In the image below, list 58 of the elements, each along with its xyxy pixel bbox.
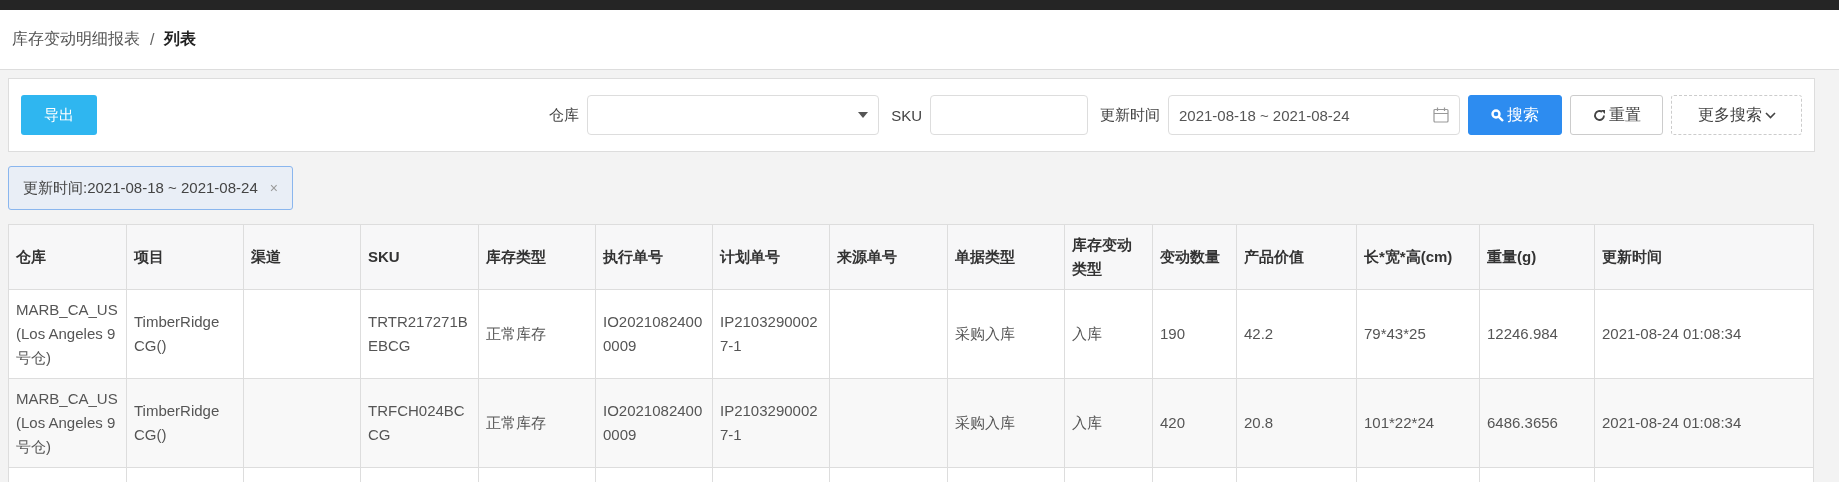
chevron-down-icon (1764, 111, 1776, 119)
search-icon (1491, 108, 1504, 122)
filter-label: 更新时间 (1100, 105, 1160, 125)
column-header: SKU (360, 224, 479, 290)
table-cell: IO20210824000009 (595, 378, 713, 468)
filter-tag-label: 更新时间:2021-08-18 ~ 2021-08-24 (23, 178, 258, 198)
calendar-icon (1433, 107, 1449, 123)
table-cell: 2021-08-24 01:08:34 (1594, 289, 1814, 379)
breadcrumb-item: 列表 (164, 29, 197, 49)
column-header: 来源单号 (829, 224, 948, 290)
date-range-field[interactable]: 2021-08-18 ~ 2021-08-24 (1168, 95, 1460, 135)
more-search-button[interactable]: 更多搜索 (1671, 95, 1802, 135)
table-cell: TimberRidge CG() (126, 289, 244, 379)
reset-button[interactable]: 重置 (1570, 95, 1663, 135)
table-cell: 101*22*24 (1356, 378, 1480, 468)
table-cell: 6486.3656 (1479, 378, 1595, 468)
column-header: 单据类型 (947, 224, 1065, 290)
dropdown-caret-icon (858, 112, 869, 118)
filter-label: 仓库 (549, 105, 580, 125)
sku-input[interactable] (930, 95, 1088, 135)
column-header: 重量(g) (1479, 224, 1595, 290)
column-header: 库存变动类型 (1064, 224, 1153, 290)
table-cell: 正常库存 (478, 289, 596, 379)
table-cell: 2021-08-24 01:08:34 (1594, 378, 1814, 468)
table-cell: 12246.984 (1479, 289, 1595, 379)
breadcrumb-item[interactable]: 库存变动明细报表 (12, 29, 140, 50)
table-cell: 420 (1152, 378, 1237, 468)
column-header: 变动数量 (1152, 224, 1237, 290)
table-cell: 79*43*25 (1356, 289, 1480, 379)
column-header: 长*宽*高(cm) (1356, 224, 1480, 290)
table-cell: 正常库存 (478, 378, 596, 468)
table-cell: 20.8 (1236, 378, 1357, 468)
table-cell: IP21032900027-1 (712, 378, 830, 468)
table-cell: TRFCH024BCCG (360, 378, 479, 468)
table-cell: 入库 (1064, 289, 1153, 379)
column-header: 执行单号 (595, 224, 713, 290)
table-cell: 入库 (1064, 378, 1153, 468)
table-cell: 采购入库 (947, 378, 1065, 468)
warehouse-select[interactable] (587, 95, 880, 135)
table-cell: IO20210824000009 (595, 289, 713, 379)
column-header: 产品价值 (1236, 224, 1357, 290)
table-cell: 42.2 (1236, 289, 1357, 379)
filter-label: SKU (891, 106, 922, 124)
column-header: 渠道 (243, 224, 361, 290)
column-header: 更新时间 (1594, 224, 1814, 290)
table-cell: 190 (1152, 289, 1237, 379)
table-cell: TRTR217271BEBCG (360, 289, 479, 379)
column-header: 库存类型 (478, 224, 596, 290)
table-cell: IP21032900027-1 (712, 289, 830, 379)
column-header: 项目 (126, 224, 244, 290)
refresh-icon (1592, 108, 1606, 122)
table-cell: MARB_CA_US (Los Angeles 9号仓) (8, 289, 127, 379)
table-cell: TimberRidge CG() (126, 378, 244, 468)
table-cell: MARB_CA_US (Los Angeles 9号仓) (8, 378, 127, 468)
table-cell: 采购入库 (947, 289, 1065, 379)
column-header: 计划单号 (712, 224, 830, 290)
breadcrumb-separator: / (150, 30, 155, 49)
column-header: 仓库 (8, 224, 127, 290)
